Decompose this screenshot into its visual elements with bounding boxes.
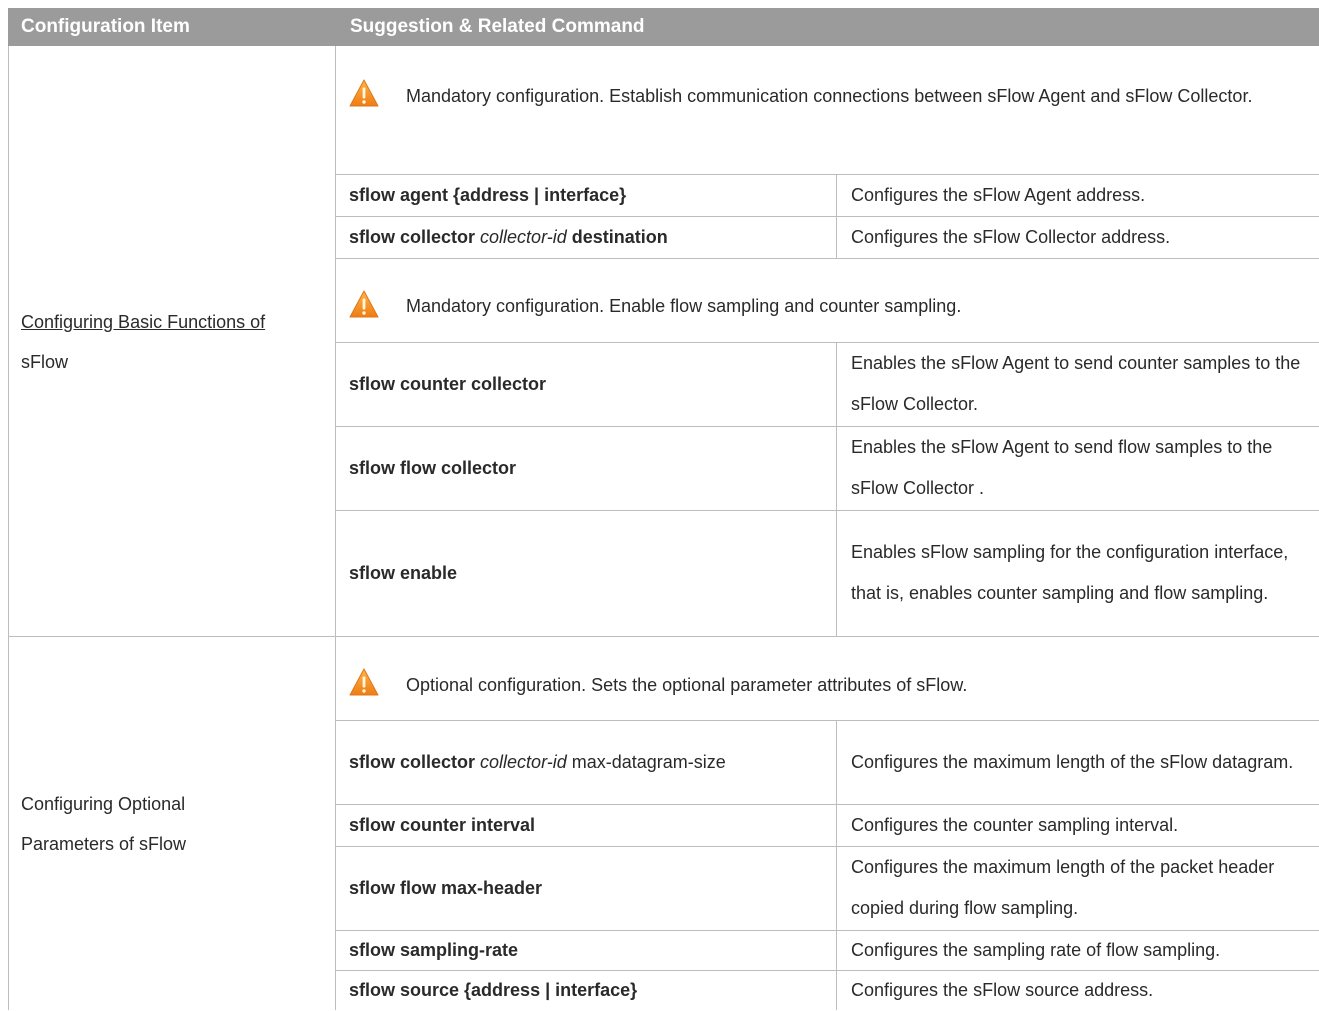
- command-param: collector-id: [480, 226, 567, 247]
- config-item-basic-functions[interactable]: Configuring Basic Functions of sFlow: [21, 302, 321, 382]
- description-max-header: Configures the maximum length of the pac…: [851, 857, 1275, 918]
- command-text: sflow collector: [349, 751, 481, 772]
- row-divider: [336, 258, 1319, 259]
- command-option: max-datagram-size: [566, 751, 726, 772]
- cell-divider: [836, 720, 837, 1010]
- description-sflow-agent: Configures the sFlow Agent address.: [851, 184, 1146, 205]
- command-sflow-source: sflow source {address | interface}: [349, 970, 829, 1010]
- config-item-link-line1[interactable]: Configuring Basic Functions of: [21, 302, 321, 342]
- command-param: collector-id: [480, 751, 567, 772]
- command-text: sflow flow collector: [349, 457, 517, 478]
- description-max-datagram: Configures the maximum length of the sFl…: [851, 751, 1294, 772]
- config-item-link-line2[interactable]: Parameters of sFlow: [21, 824, 186, 864]
- mandatory-note-sampling: Mandatory configuration. Enable flow sam…: [406, 296, 962, 316]
- command-text: sflow counter collector: [349, 373, 547, 394]
- config-item-optional-parameters[interactable]: Configuring Optional Parameters of sFlow: [21, 784, 321, 864]
- command-sflow-counter-interval: sflow counter interval: [349, 804, 829, 846]
- description-sflow-enable: Enables sFlow sampling for the configura…: [851, 542, 1289, 603]
- command-text: sflow source {address | interface}: [349, 979, 638, 1000]
- header-configuration-item: Configuration Item: [21, 16, 190, 37]
- command-sflow-collector-destination: sflow collector collector-id destination: [349, 216, 829, 258]
- description-sflow-source: Configures the sFlow source address.: [851, 979, 1154, 1000]
- table-header: Configuration Item Suggestion & Related …: [8, 8, 1319, 46]
- mandatory-note-connection: Mandatory configuration. Establish commu…: [406, 86, 1253, 106]
- description-sflow-collector: Configures the sFlow Collector address.: [851, 226, 1171, 247]
- command-text: sflow agent {address | interface}: [349, 184, 627, 205]
- config-item-link-line1[interactable]: Configuring Optional: [21, 784, 190, 824]
- config-item-link-line2[interactable]: sFlow: [21, 342, 68, 382]
- header-suggestion-command: Suggestion & Related Command: [350, 16, 645, 37]
- command-text: sflow sampling-rate: [349, 939, 519, 960]
- optional-note: Optional configuration. Sets the optiona…: [406, 675, 968, 695]
- description-flow-collector: Enables the sFlow Agent to send flow sam…: [851, 437, 1273, 498]
- command-sflow-collector-max-datagram: sflow collector collector-id max-datagra…: [349, 720, 829, 804]
- command-sflow-enable: sflow enable: [349, 510, 829, 636]
- command-text: sflow collector: [349, 226, 481, 247]
- command-text: sflow flow max-header: [349, 877, 543, 898]
- description-counter-collector: Enables the sFlow Agent to send counter …: [851, 353, 1301, 414]
- warning-icon: [349, 668, 379, 696]
- command-sflow-counter-collector: sflow counter collector: [349, 342, 829, 426]
- command-sflow-sampling-rate: sflow sampling-rate: [349, 930, 829, 970]
- command-text: sflow counter interval: [349, 814, 536, 835]
- cell-divider: [836, 342, 837, 636]
- command-keyword: destination: [566, 226, 668, 247]
- command-sflow-flow-max-header: sflow flow max-header: [349, 846, 829, 930]
- warning-icon: [349, 79, 379, 107]
- description-counter-interval: Configures the counter sampling interval…: [851, 814, 1179, 835]
- section-divider: [8, 636, 1319, 637]
- command-text: sflow enable: [349, 562, 458, 583]
- command-sflow-flow-collector: sflow flow collector: [349, 426, 829, 510]
- description-sampling-rate: Configures the sampling rate of flow sam…: [851, 939, 1221, 960]
- command-sflow-agent: sflow agent {address | interface}: [349, 174, 829, 216]
- table-border-left: [8, 46, 9, 1010]
- warning-icon: [349, 290, 379, 318]
- column-divider: [335, 46, 336, 1010]
